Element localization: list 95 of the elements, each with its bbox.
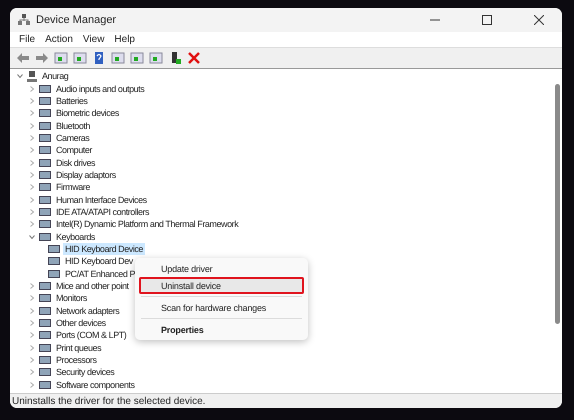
status-bar-text: Uninstalls the driver for the selected device. <box>10 393 562 408</box>
context-menu-item[interactable]: Update driver <box>139 260 304 277</box>
tree-item[interactable]: Network adapters <box>54 304 122 317</box>
collapse-chevron-icon[interactable] <box>16 72 24 80</box>
device-icon <box>39 281 51 292</box>
expand-chevron-icon[interactable] <box>28 170 36 179</box>
device-icon <box>39 170 51 180</box>
expand-chevron-icon[interactable] <box>28 84 36 93</box>
device-icon <box>48 268 60 279</box>
computer-icon <box>27 70 37 82</box>
expand-chevron-icon[interactable] <box>28 134 36 142</box>
window-title: Device Manager <box>36 14 118 26</box>
expand-chevron-icon[interactable] <box>28 158 36 167</box>
expand-chevron-icon[interactable] <box>28 208 36 216</box>
device-icon <box>39 194 51 205</box>
close-icon[interactable] <box>187 51 201 65</box>
expand-chevron-icon[interactable] <box>28 122 36 130</box>
expand-chevron-icon[interactable] <box>28 109 36 118</box>
device-icon <box>39 330 51 340</box>
expand-chevron-icon[interactable] <box>28 282 36 290</box>
expand-chevron-icon[interactable] <box>28 294 36 302</box>
back-arrow-icon[interactable] <box>16 51 30 65</box>
maximize-icon <box>482 15 492 25</box>
device-icon <box>48 244 60 254</box>
tree-item[interactable]: Cameras <box>54 132 92 144</box>
expand-chevron-icon[interactable] <box>28 368 36 376</box>
device-icon <box>39 306 51 316</box>
window-icon[interactable] <box>111 51 125 65</box>
device-icon <box>39 120 51 131</box>
device-icon <box>39 367 51 378</box>
device-icon <box>39 84 51 94</box>
expand-chevron-icon[interactable] <box>28 380 36 389</box>
expand-chevron-icon[interactable] <box>28 331 36 340</box>
close-icon <box>534 15 544 25</box>
menu-item[interactable]: View <box>78 34 110 45</box>
tree-item[interactable]: Processors <box>54 354 99 366</box>
expand-chevron-icon[interactable] <box>28 344 36 352</box>
window-icon[interactable] <box>54 51 68 65</box>
tree-item[interactable]: Print queues <box>54 342 104 354</box>
tree-item[interactable]: Intel(R) Dynamic Platform and Thermal Framework <box>54 218 240 230</box>
tree-item[interactable]: Keyboards <box>54 230 97 243</box>
expand-chevron-icon[interactable] <box>28 196 36 204</box>
tree-item[interactable]: PC/AT Enhanced P <box>63 268 138 280</box>
forward-arrow-icon[interactable] <box>35 51 49 65</box>
tree-item[interactable]: Monitors <box>54 292 89 304</box>
menu-item[interactable]: Action <box>40 34 78 45</box>
tree-item[interactable]: Security devices <box>54 366 116 378</box>
menu-item[interactable]: Help <box>109 34 140 45</box>
device-icon <box>39 232 51 242</box>
tree-item[interactable]: Display adaptors <box>54 168 118 181</box>
device-icon <box>39 145 51 156</box>
device-icon <box>39 318 51 328</box>
context-menu-item[interactable]: Properties <box>139 316 304 338</box>
expand-chevron-icon[interactable] <box>28 146 36 154</box>
expand-chevron-icon[interactable] <box>28 306 36 315</box>
tree-item[interactable]: Human Interface Devices <box>54 194 149 206</box>
device-icon <box>39 108 51 118</box>
context-menu-item[interactable]: Scan for hardware changes <box>139 294 304 316</box>
tree-item[interactable]: Batteries <box>54 94 90 107</box>
expand-chevron-icon[interactable] <box>28 96 36 105</box>
tree-item[interactable]: Computer <box>54 144 94 156</box>
device-icon <box>39 342 51 353</box>
device-icon <box>48 256 60 266</box>
device-icon <box>39 96 51 106</box>
tree-item[interactable]: Firmware <box>54 181 92 194</box>
collapse-chevron-icon[interactable] <box>28 232 36 241</box>
expand-chevron-icon[interactable] <box>28 220 36 228</box>
expand-chevron-icon[interactable] <box>28 319 36 328</box>
device-icon <box>39 182 51 192</box>
help-icon[interactable] <box>92 51 106 65</box>
expand-chevron-icon[interactable] <box>28 356 36 364</box>
tree-item[interactable]: Mice and other point <box>54 280 131 292</box>
scrollbar-thumb[interactable] <box>554 84 560 324</box>
tree-item[interactable]: HID Keyboard Dev <box>63 255 135 268</box>
tree-item[interactable]: Disk drives <box>54 156 98 169</box>
tree-item[interactable]: HID Keyboard Device <box>63 242 145 255</box>
device-icon <box>39 132 51 143</box>
context-menu-item[interactable]: Uninstall device <box>139 277 304 294</box>
tree-item[interactable]: Ports (COM & LPT) <box>54 329 128 342</box>
tree-item[interactable]: Software components <box>54 378 136 391</box>
device-icon <box>39 206 51 217</box>
device-icon <box>39 158 51 168</box>
tree-item[interactable]: Bluetooth <box>54 120 92 132</box>
menu-item[interactable]: File <box>14 34 40 45</box>
tree-item[interactable]: Audio inputs and outputs <box>54 82 146 95</box>
tree-item[interactable]: Anurag <box>40 70 70 82</box>
device-icon <box>39 293 51 304</box>
device-icon <box>39 355 51 366</box>
tree-item[interactable]: Other devices <box>54 317 108 330</box>
tree-item[interactable]: IDE ATA/ATAPI controllers <box>54 206 152 218</box>
tree-item[interactable]: Biometric devices <box>54 107 121 120</box>
app-icon <box>18 14 30 26</box>
device-icon <box>39 380 51 390</box>
device-icon <box>39 219 51 230</box>
expand-chevron-icon[interactable] <box>28 183 36 192</box>
